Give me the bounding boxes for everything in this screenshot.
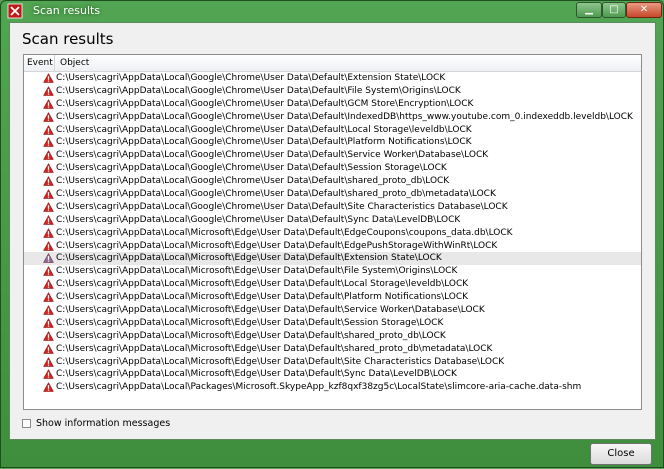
warning-triangle-icon	[43, 343, 54, 354]
object-path: C:\Users\cagri\AppData\Local\Microsoft\E…	[56, 343, 493, 354]
object-path: C:\Users\cagri\AppData\Local\Microsoft\E…	[56, 305, 485, 316]
warning-triangle-icon	[43, 227, 54, 238]
list-item[interactable]: C:\Users\cagri\AppData\Local\Google\Chro…	[24, 149, 641, 162]
object-path: C:\Users\cagri\AppData\Local\Microsoft\E…	[56, 279, 469, 290]
list-item[interactable]: C:\Users\cagri\AppData\Local\Microsoft\E…	[24, 304, 641, 317]
warning-triangle-icon	[43, 111, 54, 122]
object-path: C:\Users\cagri\AppData\Local\Microsoft\E…	[56, 266, 458, 277]
object-path: C:\Users\cagri\AppData\Local\Google\Chro…	[56, 137, 472, 148]
object-path: C:\Users\cagri\AppData\Local\Microsoft\E…	[56, 317, 444, 328]
object-path: C:\Users\cagri\AppData\Local\Microsoft\E…	[56, 253, 442, 264]
warning-triangle-icon	[43, 201, 54, 212]
warning-triangle-icon	[43, 317, 54, 328]
warning-triangle-icon	[43, 214, 54, 225]
warning-triangle-icon	[43, 189, 54, 199]
minimize-button[interactable]: ▁	[576, 2, 602, 18]
warning-triangle-icon	[43, 330, 54, 341]
list-rows: C:\Users\cagri\AppData\Local\Google\Chro…	[24, 72, 641, 394]
title-bar[interactable]: Scan results ▁ □ ✕	[1, 1, 663, 21]
warning-triangle-icon	[43, 150, 54, 161]
column-header-event[interactable]: Event	[24, 55, 55, 71]
warning-triangle-icon	[43, 305, 54, 315]
dialog-body: Scan results Event Object C:\Users\cagri…	[9, 22, 656, 440]
list-item[interactable]: C:\Users\cagri\AppData\Local\Google\Chro…	[24, 136, 641, 149]
object-path: C:\Users\cagri\AppData\Local\Packages\Mi…	[56, 382, 582, 393]
warning-triangle-icon	[43, 253, 54, 264]
button-bar	[1, 440, 664, 469]
list-item[interactable]: C:\Users\cagri\AppData\Local\Microsoft\E…	[24, 291, 641, 304]
warning-triangle-icon	[43, 85, 54, 96]
object-path: C:\Users\cagri\AppData\Local\Microsoft\E…	[56, 369, 457, 380]
list-item[interactable]: C:\Users\cagri\AppData\Local\Google\Chro…	[24, 188, 641, 201]
warning-triangle-icon	[43, 279, 54, 290]
object-path: C:\Users\cagri\AppData\Local\Google\Chro…	[56, 214, 461, 225]
warning-triangle-icon	[43, 73, 54, 83]
list-item[interactable]: C:\Users\cagri\AppData\Local\Google\Chro…	[24, 201, 641, 214]
list-item[interactable]: C:\Users\cagri\AppData\Local\Microsoft\E…	[24, 278, 641, 291]
warning-triangle-icon	[43, 292, 54, 302]
object-path: C:\Users\cagri\AppData\Local\Google\Chro…	[56, 98, 474, 109]
warning-triangle-icon	[43, 382, 54, 393]
list-item[interactable]: C:\Users\cagri\AppData\Local\Microsoft\E…	[24, 265, 641, 278]
list-item[interactable]: C:\Users\cagri\AppData\Local\Microsoft\E…	[24, 356, 641, 369]
object-path: C:\Users\cagri\AppData\Local\Google\Chro…	[56, 111, 633, 122]
list-item[interactable]: C:\Users\cagri\AppData\Local\Google\Chro…	[24, 162, 641, 175]
page-title: Scan results	[22, 30, 114, 48]
list-item[interactable]: C:\Users\cagri\AppData\Local\Google\Chro…	[24, 111, 641, 124]
object-path: C:\Users\cagri\AppData\Local\Google\Chro…	[56, 176, 450, 187]
scan-results-window: Scan results ▁ □ ✕ Scan results Event Ob…	[0, 0, 664, 468]
close-window-button[interactable]: ✕	[626, 2, 662, 18]
list-item[interactable]: C:\Users\cagri\AppData\Local\Microsoft\E…	[24, 343, 641, 356]
object-path: C:\Users\cagri\AppData\Local\Microsoft\E…	[56, 227, 513, 238]
list-item[interactable]: C:\Users\cagri\AppData\Local\Microsoft\E…	[24, 317, 641, 330]
list-item[interactable]: C:\Users\cagri\AppData\Local\Google\Chro…	[24, 124, 641, 137]
object-path: C:\Users\cagri\AppData\Local\Google\Chro…	[56, 124, 472, 135]
warning-triangle-icon	[43, 240, 54, 251]
list-item[interactable]: C:\Users\cagri\AppData\Local\Microsoft\E…	[24, 227, 641, 240]
show-info-checkbox[interactable]	[22, 419, 31, 428]
scan-results-list[interactable]: Event Object C:\Users\cagri\AppData\Loca…	[23, 54, 642, 410]
list-item[interactable]: C:\Users\cagri\AppData\Local\Microsoft\E…	[24, 368, 641, 381]
object-path: C:\Users\cagri\AppData\Local\Google\Chro…	[56, 163, 447, 174]
object-path: C:\Users\cagri\AppData\Local\Microsoft\E…	[56, 330, 446, 341]
close-button[interactable]: Close	[590, 443, 652, 465]
warning-triangle-icon	[43, 163, 54, 174]
show-info-label[interactable]: Show information messages	[36, 418, 170, 429]
warning-triangle-icon	[43, 137, 54, 148]
object-path: C:\Users\cagri\AppData\Local\Google\Chro…	[56, 73, 446, 83]
warning-triangle-icon	[43, 266, 54, 277]
warning-triangle-icon	[43, 98, 54, 109]
warning-triangle-icon	[43, 124, 54, 135]
warning-triangle-icon	[43, 356, 54, 367]
column-header-object[interactable]: Object	[56, 55, 641, 71]
list-item[interactable]: C:\Users\cagri\AppData\Local\Google\Chro…	[24, 85, 641, 98]
object-path: C:\Users\cagri\AppData\Local\Microsoft\E…	[56, 292, 469, 303]
list-header: Event Object	[24, 55, 641, 72]
object-path: C:\Users\cagri\AppData\Local\Google\Chro…	[56, 189, 496, 200]
window-title: Scan results	[33, 4, 101, 17]
list-item[interactable]: C:\Users\cagri\AppData\Local\Microsoft\E…	[24, 330, 641, 343]
list-item[interactable]: C:\Users\cagri\AppData\Local\Google\Chro…	[24, 175, 641, 188]
warning-triangle-icon	[43, 369, 54, 380]
warning-triangle-icon	[43, 176, 54, 186]
object-path: C:\Users\cagri\AppData\Local\Google\Chro…	[56, 201, 508, 212]
object-path: C:\Users\cagri\AppData\Local\Google\Chro…	[56, 85, 461, 96]
app-logo-icon	[7, 3, 23, 19]
object-path: C:\Users\cagri\AppData\Local\Microsoft\E…	[56, 356, 505, 367]
list-item[interactable]: C:\Users\cagri\AppData\Local\Google\Chro…	[24, 214, 641, 227]
list-item[interactable]: C:\Users\cagri\AppData\Local\Packages\Mi…	[24, 381, 641, 394]
object-path: C:\Users\cagri\AppData\Local\Google\Chro…	[56, 150, 489, 161]
object-path: C:\Users\cagri\AppData\Local\Microsoft\E…	[56, 240, 498, 251]
list-item[interactable]: C:\Users\cagri\AppData\Local\Google\Chro…	[24, 98, 641, 111]
list-item[interactable]: C:\Users\cagri\AppData\Local\Microsoft\E…	[24, 240, 641, 253]
maximize-button[interactable]: □	[602, 2, 626, 18]
list-item[interactable]: C:\Users\cagri\AppData\Local\Microsoft\E…	[24, 252, 641, 266]
list-item[interactable]: C:\Users\cagri\AppData\Local\Google\Chro…	[24, 72, 641, 85]
